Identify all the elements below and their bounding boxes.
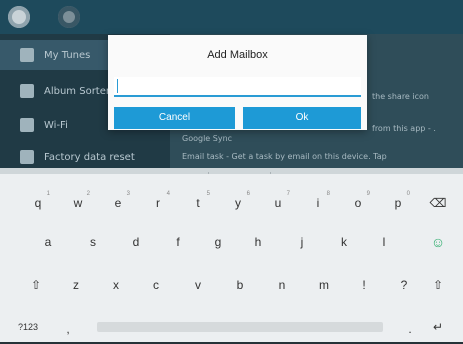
key-w[interactable]: w2 [60,188,96,218]
key-x[interactable]: x [98,270,134,300]
symbols-key[interactable]: ?123 [10,312,46,342]
key-question[interactable]: ? [386,270,422,300]
add-mailbox-dialog: Add Mailbox Cancel Ok [108,35,367,130]
drawer-item-label: Wi-Fi [44,119,68,131]
drawer-item-label: My Tunes [44,49,91,61]
background-text-line: the share icon [372,92,429,101]
key-comma[interactable]: , [50,314,86,344]
enter-key-icon[interactable]: ↵ [420,312,456,342]
album-icon [20,84,34,98]
key-b[interactable]: b [222,270,258,300]
wifi-icon [20,118,34,132]
reset-icon [20,150,34,164]
key-v[interactable]: v [180,270,216,300]
space-bar[interactable] [97,322,383,332]
music-icon [20,48,34,62]
key-t[interactable]: t5 [180,188,216,218]
key-r[interactable]: r4 [140,188,176,218]
key-l[interactable]: l [366,227,402,257]
shift-left-key-icon[interactable]: ⇧ [18,270,54,300]
dialog-title: Add Mailbox [207,49,268,61]
key-k[interactable]: k [326,227,362,257]
key-c[interactable]: c [138,270,174,300]
ok-button[interactable]: Ok [243,107,361,129]
key-z[interactable]: z [58,270,94,300]
key-e[interactable]: e3 [100,188,136,218]
background-text-line: Email task - Get a task by email on this… [182,152,387,161]
backspace-key-icon[interactable]: ⌫ [420,188,456,218]
shift-right-key-icon[interactable]: ⇧ [420,270,456,300]
key-f[interactable]: f [160,227,196,257]
drawer-item-label: Factory data reset [44,151,135,163]
cancel-button[interactable]: Cancel [114,107,235,129]
key-q[interactable]: q1 [20,188,56,218]
key-u[interactable]: u7 [260,188,296,218]
key-m[interactable]: m [306,270,342,300]
settings-gear-icon[interactable] [8,6,30,28]
text-caret [117,79,118,93]
key-s[interactable]: s [75,227,111,257]
background-text-line: Google Sync [182,134,233,143]
key-g[interactable]: g [200,227,236,257]
mailbox-input[interactable] [114,77,361,97]
emoji-key-icon[interactable]: ☺ [420,227,456,257]
key-p[interactable]: p0 [380,188,416,218]
key-i[interactable]: i8 [300,188,336,218]
key-j[interactable]: j [284,227,320,257]
key-exclamation[interactable]: ! [346,270,382,300]
key-h[interactable]: h [240,227,276,257]
drawer-item-label: Album Sorter [44,85,110,97]
key-a[interactable]: a [30,227,66,257]
key-o[interactable]: o9 [340,188,376,218]
soft-keyboard: q1 w2 e3 r4 t5 y6 u7 i8 o9 p0 ⌫ a s d f … [0,174,463,342]
gear-icon[interactable] [58,6,80,28]
key-d[interactable]: d [118,227,154,257]
app-bar [0,0,463,34]
background-text-line: from this app - . [372,124,436,133]
key-y[interactable]: y6 [220,188,256,218]
key-n[interactable]: n [264,270,300,300]
